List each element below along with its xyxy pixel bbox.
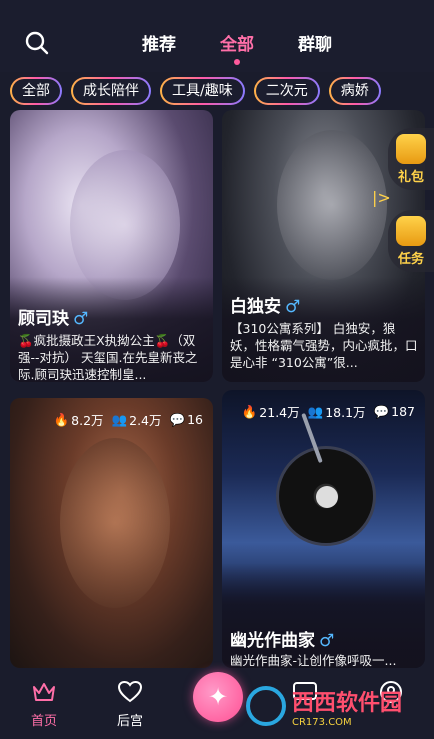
male-icon: ♂ — [73, 309, 89, 329]
users-stat: 👥 18.1万 — [307, 403, 366, 421]
character-card[interactable]: 顾司玦 ♂ 🍒疯批摄政王X执拗公主🍒（双强--对抗） 天玺国.在先皇新丧之际.顾司… — [10, 110, 213, 382]
character-card[interactable]: 🔥 21.4万 👥 18.1万 💬 187 幽光作曲家 ♂ 幽光作曲家-让创作像呼吸一.… — [222, 390, 425, 668]
fire-icon: 🔥 — [241, 403, 258, 419]
watermark-text: 西西软件园 — [292, 689, 403, 715]
users-icon: 👥 — [307, 403, 324, 419]
task-button[interactable]: 任务 — [388, 210, 434, 272]
task-icon — [396, 216, 426, 246]
card-stats: 🔥 8.2万 👥 2.4万 💬 16 — [54, 410, 203, 429]
character-card[interactable]: 🔥 8.2万 👥 2.4万 💬 16 — [10, 398, 213, 668]
card-description: 幽光作曲家-让创作像呼吸一... — [230, 653, 397, 668]
task-label: 任务 — [397, 252, 424, 267]
users-icon: 👥 — [111, 411, 128, 427]
vinyl-record-icon — [276, 446, 376, 546]
crown-icon — [33, 683, 55, 701]
tab-recommend[interactable]: 推荐 — [120, 30, 198, 55]
popularity-stat: 🔥 21.4万 — [241, 403, 300, 421]
tab-all[interactable]: 全部 — [198, 30, 276, 65]
gift-icon — [396, 134, 426, 164]
chip-anime[interactable]: 二次元 — [254, 77, 320, 105]
portrait-image — [277, 130, 387, 280]
site-watermark: 西西软件园 CR173.COM — [246, 682, 434, 730]
card-name: 顾司玦 ♂ — [18, 309, 89, 329]
nav-home[interactable]: 首页 — [14, 680, 74, 729]
chip-tools[interactable]: 工具/趣味 — [160, 77, 245, 105]
chip-growth[interactable]: 成长陪伴 — [71, 77, 151, 105]
users-stat: 👥 2.4万 — [111, 411, 162, 429]
create-button[interactable]: ✦ — [193, 672, 243, 722]
male-icon: ♂ — [285, 297, 301, 317]
male-icon: ♂ — [319, 631, 335, 651]
main-tabs: 推荐 全部 群聊 — [120, 30, 354, 65]
expand-icon[interactable]: |> — [372, 188, 391, 207]
nav-harem-label: 后宫 — [116, 714, 143, 729]
chip-yandere[interactable]: 病娇 — [329, 77, 381, 105]
card-description: 🍒疯批摄政王X执拗公主🍒（双强--对抗） 天玺国.在先皇新丧之际.顾司玦迅速控制… — [18, 333, 198, 382]
comments-stat: 💬 16 — [169, 411, 203, 428]
top-bar: 推荐 全部 群聊 — [0, 0, 434, 72]
category-chips: 全部 成长陪伴 工具/趣味 二次元 病娇 — [10, 77, 381, 105]
gift-pack-button[interactable]: 礼包 — [388, 128, 434, 190]
card-description: 【310公寓系列】 白独安，狼妖，性格霸气强势，内心疯批，口是心非 “310公寓… — [230, 321, 418, 370]
card-name: 白独安 ♂ — [230, 297, 301, 317]
card-name: 幽光作曲家 ♂ — [230, 631, 335, 651]
ghost-icon — [316, 486, 338, 508]
tab-group-chat[interactable]: 群聊 — [276, 30, 354, 55]
portrait-image — [60, 438, 170, 608]
comments-stat: 💬 187 — [373, 403, 415, 420]
watermark-logo-icon — [246, 686, 286, 726]
gift-label: 礼包 — [397, 170, 424, 185]
fire-icon: 🔥 — [53, 411, 70, 427]
watermark-sub: CR173.COM — [292, 716, 352, 728]
comment-icon: 💬 — [373, 403, 390, 419]
nav-harem[interactable]: 后宫 — [100, 680, 160, 729]
comment-icon: 💬 — [169, 411, 186, 427]
chip-all[interactable]: 全部 — [10, 77, 62, 105]
popularity-stat: 🔥 8.2万 — [53, 411, 104, 429]
card-stats: 🔥 21.4万 👥 18.1万 💬 187 — [242, 402, 415, 421]
nav-home-label: 首页 — [30, 714, 57, 729]
heart-icon — [117, 680, 143, 703]
search-icon[interactable] — [24, 30, 50, 56]
